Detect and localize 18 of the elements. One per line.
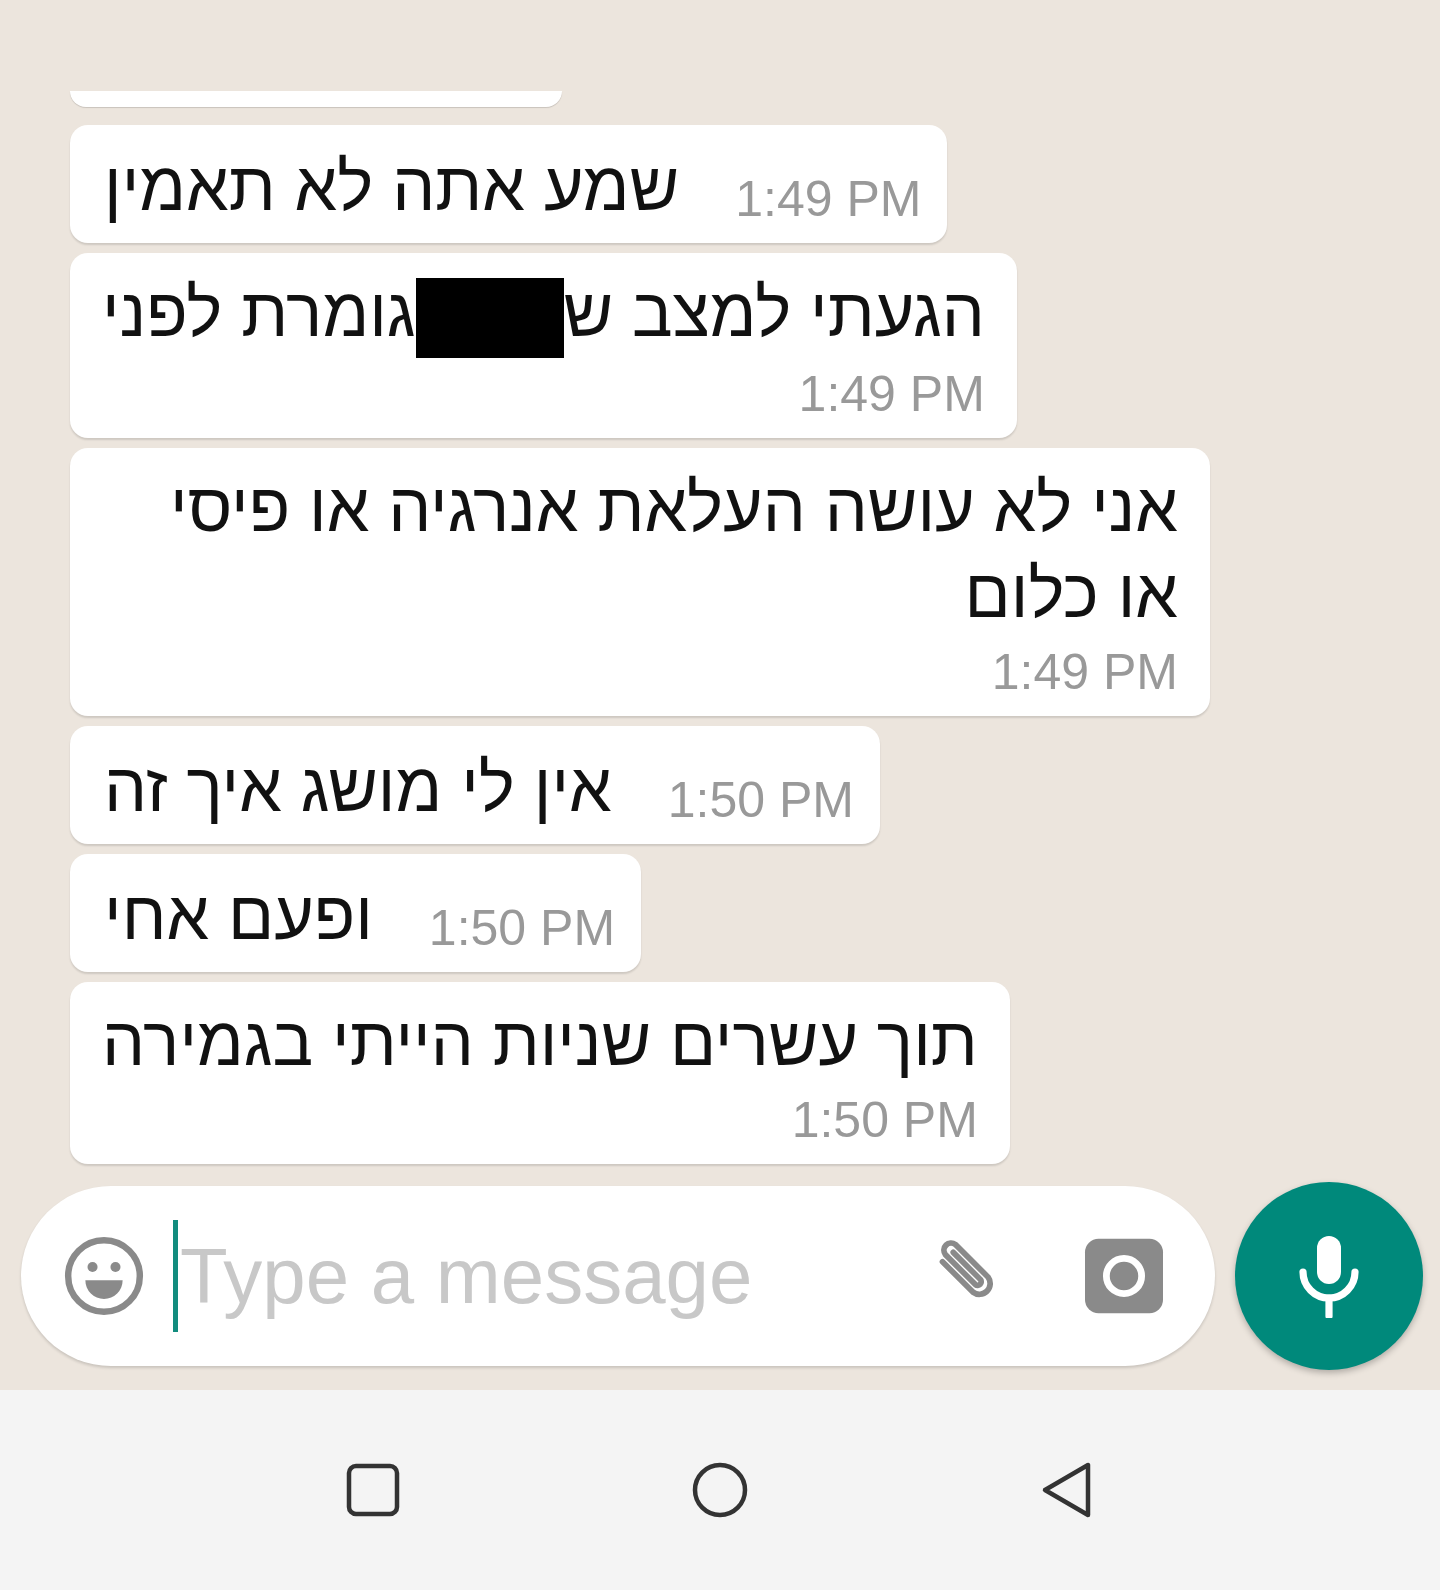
message-time: 1:49 PM	[735, 169, 922, 229]
home-button[interactable]	[692, 1462, 748, 1518]
message-time: 1:49 PM	[798, 365, 985, 424]
message-text: שמע אתה לא תאמין	[104, 146, 680, 226]
recent-apps-button[interactable]	[346, 1463, 400, 1517]
message-text: אין לי מושג איך זה	[104, 748, 612, 827]
circle-icon	[692, 1462, 748, 1518]
message-text: ופעם אחי	[104, 876, 373, 955]
microphone-icon	[1297, 1234, 1361, 1318]
camera-icon[interactable]	[1083, 1237, 1165, 1315]
message-time: 1:50 PM	[667, 771, 854, 830]
message-text: אני לא עושה העלאת אנרגיה או פיסי או כלום	[169, 468, 1178, 633]
message-time: 1:49 PM	[991, 643, 1178, 702]
message-text: תוך עשרים שניות הייתי בגמירה	[102, 1002, 978, 1081]
square-icon	[346, 1463, 400, 1517]
message-time: 1:50 PM	[791, 1091, 978, 1150]
message-time: 1:50 PM	[428, 899, 616, 958]
message-text: הגעתי למצב ש גומרת לפני	[102, 268, 985, 358]
